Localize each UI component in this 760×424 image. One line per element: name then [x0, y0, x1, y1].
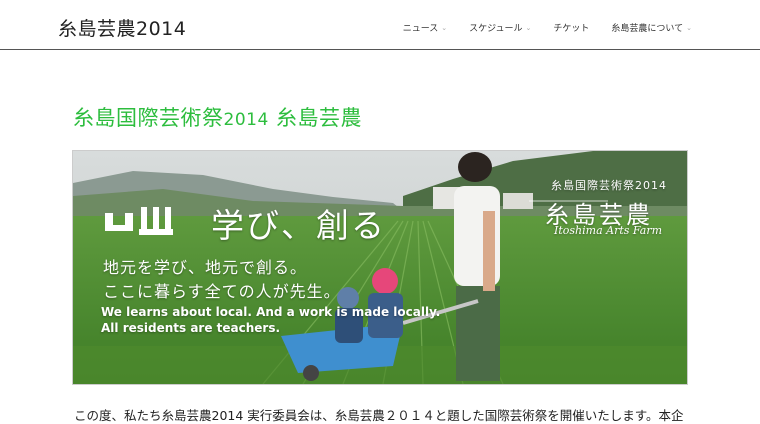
site-header: 糸島芸農2014 ニュース ⌄ スケジュール ⌄ チケット 糸島芸農について ⌄ — [0, 0, 760, 50]
nav-item-label: チケット — [553, 24, 590, 34]
nav-item-schedule[interactable]: スケジュール ⌄ — [469, 21, 532, 35]
intro-paragraph: この度、私たち糸島芸農2014 実行委員会は、糸島芸農２０１４と題した国際芸術祭… — [74, 408, 684, 423]
nav-item-tickets[interactable]: チケット — [553, 21, 589, 34]
nav-item-label: 糸島芸農について — [611, 24, 684, 34]
hero-en-line-1: We learns about local. And a work is mad… — [101, 305, 441, 319]
hero-fest-small: 糸島国際芸術祭2014 — [551, 179, 667, 192]
page-title-suffix: 糸島芸農 — [268, 106, 362, 130]
main-nav: ニュース ⌄ スケジュール ⌄ チケット 糸島芸農について ⌄ — [381, 21, 692, 35]
nav-item-label: スケジュール — [469, 24, 523, 34]
chevron-down-icon: ⌄ — [525, 23, 532, 32]
hero-jp-line-2: ここに暮らす全ての人が先生。 — [103, 282, 341, 301]
hero-fest-en: Itoshima Arts Farm — [554, 224, 663, 237]
nav-item-about[interactable]: 糸島芸農について ⌄ — [611, 21, 692, 35]
hero-jp-line-1: 地元を学び、地元で創る。 — [103, 258, 308, 277]
hero-tagline: 学び、創る — [211, 206, 386, 245]
nav-item-news[interactable]: ニュース ⌄ — [402, 21, 448, 35]
chevron-down-icon: ⌄ — [686, 23, 692, 32]
hero-en-line-2: All residents are teachers. — [101, 321, 281, 335]
site-title[interactable]: 糸島芸農2014 — [58, 14, 186, 41]
page-title-year: 2014 — [223, 110, 269, 130]
page-title-main: 糸島国際芸術祭 — [73, 106, 224, 130]
nav-item-label: ニュース — [402, 24, 439, 34]
page-title: 糸島国際芸術祭2014 糸島芸農 — [73, 102, 362, 132]
hero-image: 学び、創る 地元を学び、地元で創る。 ここに暮らす全ての人が先生。 We lea… — [72, 150, 688, 385]
chevron-down-icon: ⌄ — [441, 23, 448, 32]
